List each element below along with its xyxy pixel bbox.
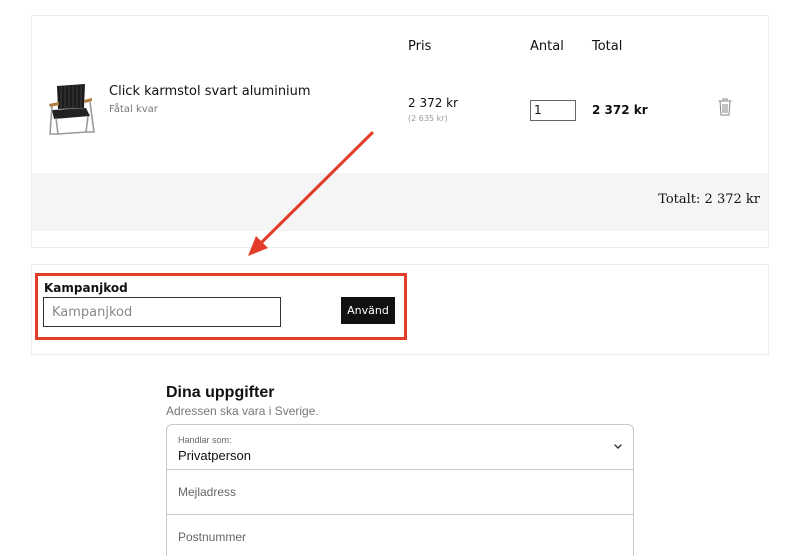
product-price: 2 372 kr <box>408 96 459 110</box>
cart-table: Pris Antal Total Click karmstol svart al… <box>31 15 769 248</box>
details-title: Dina uppgifter <box>166 384 275 401</box>
customer-type-label: Handlar som: <box>178 435 232 445</box>
customer-type-select[interactable]: Handlar som: Privatperson <box>167 425 633 470</box>
apply-promo-button[interactable]: Använd <box>341 297 395 324</box>
chevron-down-icon <box>611 439 625 453</box>
email-field[interactable] <box>167 470 633 514</box>
customer-type-value: Privatperson <box>178 448 251 463</box>
details-subtitle: Adressen ska vara i Sverige. <box>166 404 319 418</box>
price-column-header: Pris <box>408 39 432 54</box>
quantity-input[interactable]: 1 <box>530 100 576 121</box>
promo-code-label: Kampanjkod <box>44 281 128 295</box>
chair-product-image[interactable] <box>40 78 102 140</box>
quantity-column-header: Antal <box>530 39 564 54</box>
stock-status: Fåtal kvar <box>109 104 158 115</box>
email-row <box>167 470 633 515</box>
details-form: Handlar som: Privatperson <box>166 424 634 556</box>
promo-code-input[interactable] <box>43 297 281 327</box>
trash-icon[interactable] <box>718 98 732 116</box>
original-price: (2 635 kr) <box>408 114 448 123</box>
cart-grand-total: Totalt: 2 372 kr <box>658 192 760 207</box>
line-total: 2 372 kr <box>592 103 648 117</box>
total-column-header: Total <box>592 39 623 54</box>
postcode-field[interactable] <box>167 515 633 556</box>
product-name[interactable]: Click karmstol svart aluminium <box>109 84 311 99</box>
postcode-row <box>167 515 633 556</box>
